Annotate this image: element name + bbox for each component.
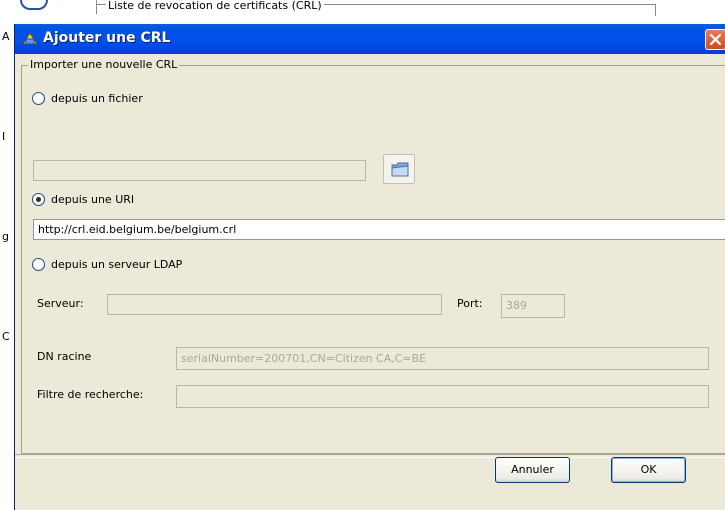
browse-file-button[interactable] xyxy=(383,154,415,184)
radio-from-ldap-label: depuis un serveur LDAP xyxy=(51,258,183,271)
folder-icon xyxy=(391,162,409,177)
radio-button[interactable] xyxy=(32,92,45,105)
background-edge-text: g xyxy=(2,230,9,243)
ldap-port-input[interactable]: 389 xyxy=(501,294,565,318)
dn-root-label: DN racine xyxy=(37,350,92,363)
search-filter-input[interactable] xyxy=(176,385,709,408)
radio-button[interactable] xyxy=(32,258,45,271)
certificate-icon xyxy=(21,30,39,48)
radio-from-uri-label: depuis une URI xyxy=(51,193,135,206)
background-group-label: Liste de revocation de certificats (CRL) xyxy=(106,0,324,12)
background-app-icon xyxy=(20,0,48,10)
background-group-box: Liste de revocation de certificats (CRL) xyxy=(96,0,656,19)
dn-root-input[interactable]: serialNumber=200701,CN=Citizen CA,C=BE xyxy=(176,347,709,370)
radio-button[interactable] xyxy=(32,193,45,206)
search-filter-label: Filtre de recherche: xyxy=(37,388,144,401)
uri-input[interactable]: http://crl.eid.belgium.be/belgium.crl xyxy=(33,219,725,240)
radio-from-ldap[interactable]: depuis un serveur LDAP xyxy=(32,258,182,271)
radio-from-file-label: depuis un fichier xyxy=(51,92,143,105)
cancel-button[interactable]: Annuler xyxy=(495,457,570,483)
dialog-titlebar[interactable]: Ajouter une CRL xyxy=(15,24,725,54)
background-divider xyxy=(655,4,656,16)
background-edge-text: I xyxy=(2,130,6,143)
close-icon xyxy=(709,33,722,46)
radio-from-file[interactable]: depuis un fichier xyxy=(32,92,143,105)
background-edge-text: A xyxy=(2,30,10,43)
background-edge-text: C xyxy=(2,330,10,343)
background-window-edge: A I g C xyxy=(0,30,14,510)
group-legend: Importer une nouvelle CRL xyxy=(28,58,180,71)
file-path-input[interactable] xyxy=(33,160,366,181)
ldap-server-input[interactable] xyxy=(107,294,442,315)
radio-from-uri[interactable]: depuis une URI xyxy=(32,193,134,206)
ok-button[interactable]: OK xyxy=(611,457,686,483)
dialog-title: Ajouter une CRL xyxy=(43,30,171,46)
add-crl-dialog: Ajouter une CRL Importer une nouvelle CR… xyxy=(14,24,725,510)
close-button[interactable] xyxy=(705,29,725,50)
server-label: Serveur: xyxy=(37,297,84,310)
port-label: Port: xyxy=(457,297,483,310)
import-crl-group: Importer une nouvelle CRL depuis un fich… xyxy=(21,58,725,454)
